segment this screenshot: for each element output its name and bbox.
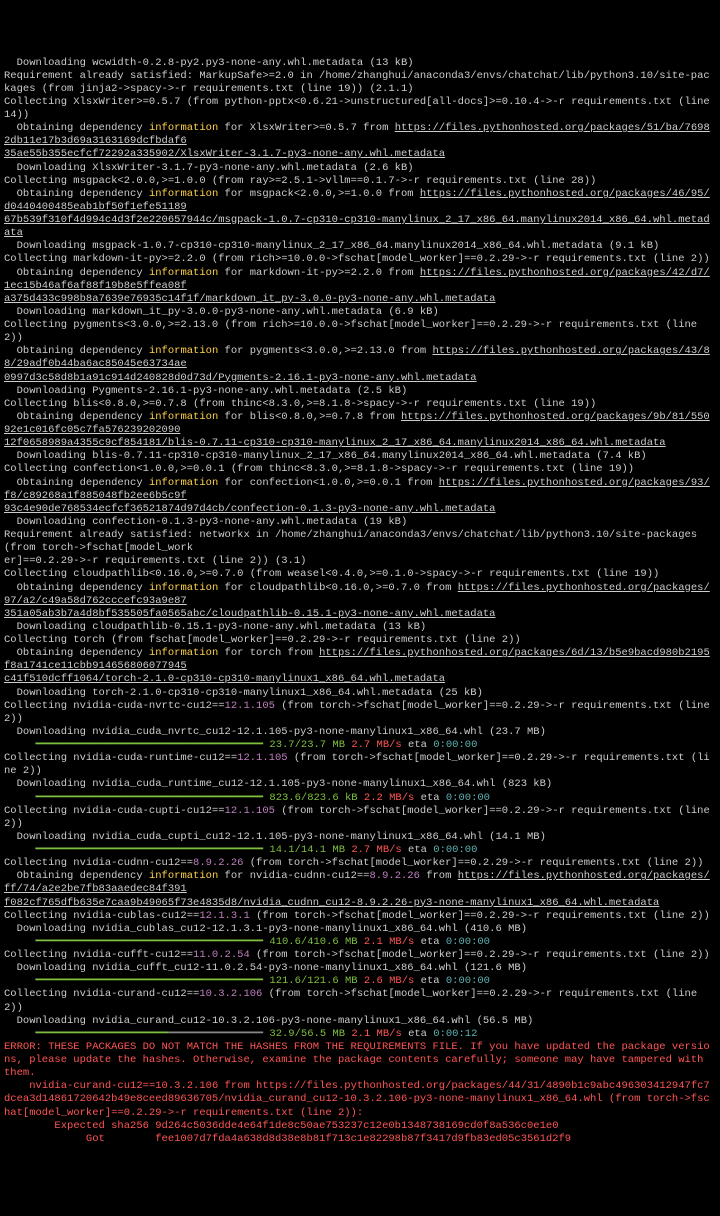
terminal-line: ━━━━━━━━━━━━━━━━━━━━━━━━━━━━━━━━━━━━ 32.… — [4, 1028, 716, 1041]
terminal-line: Downloading nvidia_cublas_cu12-12.1.3.1-… — [4, 923, 716, 936]
terminal-line: Collecting markdown-it-py>=2.2.0 (from r… — [4, 253, 716, 266]
terminal-line: Downloading blis-0.7.11-cp310-cp310-many… — [4, 450, 716, 463]
terminal-line: Downloading nvidia_cuda_runtime_cu12-12.… — [4, 778, 716, 791]
terminal-line: 93c4e90de768534ecfcf36521874d97d4cb/conf… — [4, 503, 716, 516]
terminal-line: 351a05ab3b7a4d8bf535505fa0565abc/cloudpa… — [4, 608, 716, 621]
terminal-output: Downloading wcwidth-0.2.8-py2.py3-none-a… — [4, 57, 716, 1146]
terminal-line: nvidia-curand-cu12==10.3.2.106 from http… — [4, 1080, 716, 1119]
terminal-line: Requirement already satisfied: networkx … — [4, 529, 716, 555]
terminal-line: ━━━━━━━━━━━━━━━━━━━━━━━━━━━━━━━━━━━━ 23.… — [4, 739, 716, 752]
terminal-line: Collecting blis<0.8.0,>=0.7.8 (from thin… — [4, 398, 716, 411]
terminal-line: Downloading XlsxWriter-3.1.7-py3-none-an… — [4, 162, 716, 175]
terminal-line: Obtaining dependency information for nvi… — [4, 870, 716, 896]
terminal-line: Collecting nvidia-cuda-cupti-cu12==12.1.… — [4, 805, 716, 831]
terminal-line: Collecting torch (from fschat[model_work… — [4, 634, 716, 647]
terminal-line: f082cf765dfb635e7caa9b49065f73e4835d8/nv… — [4, 897, 716, 910]
terminal-line: Collecting nvidia-cufft-cu12==11.0.2.54 … — [4, 949, 716, 962]
terminal-line: 35ae55b355ecfcf72292a335902/XlsxWriter-3… — [4, 148, 716, 161]
terminal-line: Downloading nvidia_cufft_cu12-11.0.2.54-… — [4, 962, 716, 975]
terminal-line: Downloading msgpack-1.0.7-cp310-cp310-ma… — [4, 240, 716, 253]
terminal-line: Got fee1007d7fda4a638d8d38e8b81f713c1e82… — [4, 1133, 716, 1146]
terminal-line: Downloading torch-2.1.0-cp310-cp310-many… — [4, 687, 716, 700]
terminal-line: Downloading nvidia_cuda_cupti_cu12-12.1.… — [4, 831, 716, 844]
terminal-line: Downloading confection-0.1.3-py3-none-an… — [4, 516, 716, 529]
terminal-line: 0997d3c58d8b1a91c914d240828d0d73d/Pygmen… — [4, 372, 716, 385]
terminal-line: Collecting nvidia-cuda-nvrtc-cu12==12.1.… — [4, 700, 716, 726]
terminal-line: Obtaining dependency information for clo… — [4, 582, 716, 608]
terminal-line: 67b539f310f4d994c4d3f2e220657944c/msgpac… — [4, 214, 716, 240]
terminal-line: Collecting msgpack<2.0.0,>=1.0.0 (from r… — [4, 175, 716, 188]
terminal-line: Collecting nvidia-cudnn-cu12==8.9.2.26 (… — [4, 857, 716, 870]
terminal-line: c41f510dcff1064/torch-2.1.0-cp310-cp310-… — [4, 673, 716, 686]
terminal-line: Downloading markdown_it_py-3.0.0-py3-non… — [4, 306, 716, 319]
terminal-line: Obtaining dependency information for con… — [4, 477, 716, 503]
terminal-line: Collecting confection<1.0.0,>=0.0.1 (fro… — [4, 463, 716, 476]
terminal-line: Obtaining dependency information for mar… — [4, 267, 716, 293]
terminal-line: ━━━━━━━━━━━━━━━━━━━━━━━━━━━━━━━━━━━━ 121… — [4, 975, 716, 988]
terminal-line: ━━━━━━━━━━━━━━━━━━━━━━━━━━━━━━━━━━━━ 410… — [4, 936, 716, 949]
terminal-line: Downloading cloudpathlib-0.15.1-py3-none… — [4, 621, 716, 634]
terminal-line: Downloading Pygments-2.16.1-py3-none-any… — [4, 385, 716, 398]
terminal-line: Downloading nvidia_curand_cu12-10.3.2.10… — [4, 1015, 716, 1028]
terminal-line: Collecting cloudpathlib<0.16.0,>=0.7.0 (… — [4, 568, 716, 581]
terminal-line: Obtaining dependency information for Xls… — [4, 122, 716, 148]
terminal-line: Downloading nvidia_cuda_nvrtc_cu12-12.1.… — [4, 726, 716, 739]
terminal-line: 12f0658989a4355c9cf854181/blis-0.7.11-cp… — [4, 437, 716, 450]
terminal-line: ━━━━━━━━━━━━━━━━━━━━━━━━━━━━━━━━━━━━ 14.… — [4, 844, 716, 857]
terminal-line: Collecting nvidia-cuda-runtime-cu12==12.… — [4, 752, 716, 778]
terminal-line: Expected sha256 9d264c5036dde4e64f1de8c5… — [4, 1120, 716, 1133]
terminal-line: Obtaining dependency information for bli… — [4, 411, 716, 437]
terminal-line: Downloading wcwidth-0.2.8-py2.py3-none-a… — [4, 57, 716, 70]
terminal-line: Collecting nvidia-cublas-cu12==12.1.3.1 … — [4, 910, 716, 923]
terminal-line: Obtaining dependency information for msg… — [4, 188, 716, 214]
terminal-line: a375d433c998b8a7639e76935c14f1f/markdown… — [4, 293, 716, 306]
terminal-line: ━━━━━━━━━━━━━━━━━━━━━━━━━━━━━━━━━━━━ 823… — [4, 792, 716, 805]
terminal-line: ERROR: THESE PACKAGES DO NOT MATCH THE H… — [4, 1041, 716, 1080]
terminal-line: Requirement already satisfied: MarkupSaf… — [4, 70, 716, 96]
terminal-line: Collecting nvidia-curand-cu12==10.3.2.10… — [4, 988, 716, 1014]
terminal-line: Collecting XlsxWriter>=0.5.7 (from pytho… — [4, 96, 716, 122]
terminal-line: Collecting pygments<3.0.0,>=2.13.0 (from… — [4, 319, 716, 345]
terminal-line: Obtaining dependency information for pyg… — [4, 345, 716, 371]
terminal-line: er]==0.2.29->-r requirements.txt (line 2… — [4, 555, 716, 568]
terminal-line: Obtaining dependency information for tor… — [4, 647, 716, 673]
